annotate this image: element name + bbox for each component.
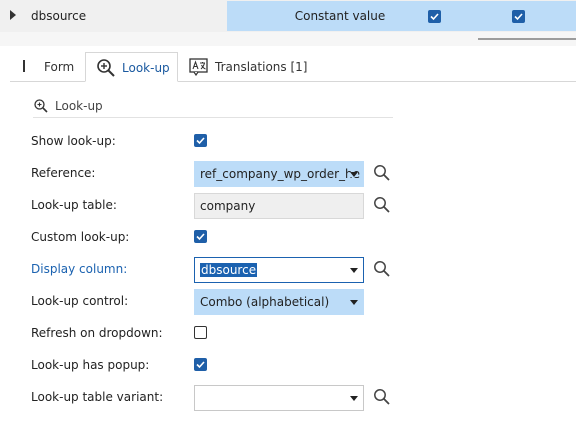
chevron-down-icon bbox=[350, 300, 358, 305]
custom-lookup-checkbox[interactable] bbox=[194, 230, 207, 243]
custom-lookup-label: Custom look-up: bbox=[31, 230, 130, 244]
search-icon[interactable] bbox=[373, 164, 391, 182]
chevron-down-icon bbox=[350, 172, 358, 177]
show-lookup-checkbox[interactable] bbox=[194, 134, 207, 147]
row-indicator-arrow-icon bbox=[10, 10, 16, 20]
display-column-value: dbsource bbox=[200, 263, 258, 277]
grid-checkbox-2[interactable] bbox=[512, 10, 525, 23]
display-column-dropdown[interactable]: dbsource bbox=[194, 257, 364, 283]
constant-value-cell[interactable]: Constant value bbox=[270, 1, 410, 31]
section-divider bbox=[33, 117, 393, 118]
tab-lookup[interactable]: Look-up bbox=[85, 52, 178, 82]
tab-translations-label: Translations [1] bbox=[215, 60, 308, 74]
lookup-has-popup-checkbox[interactable] bbox=[194, 358, 207, 371]
refresh-on-dropdown-label: Refresh on dropdown: bbox=[31, 326, 163, 340]
lookup-control-value: Combo (alphabetical) bbox=[200, 295, 330, 309]
magnifier-plus-icon bbox=[34, 99, 48, 113]
magnifier-plus-icon bbox=[97, 59, 115, 77]
display-column-label: Display column: bbox=[31, 262, 128, 276]
lookup-control-dropdown[interactable]: Combo (alphabetical) bbox=[194, 289, 364, 315]
reference-label: Reference: bbox=[31, 166, 96, 180]
scrollbar-thumb[interactable] bbox=[478, 38, 576, 40]
lookup-table-field[interactable]: company bbox=[194, 193, 364, 219]
lookup-table-label: Look-up table: bbox=[31, 198, 117, 212]
tab-form-label: Form bbox=[44, 60, 75, 74]
reference-value: ref_company_wp_order_he bbox=[200, 167, 361, 181]
tab-lookup-label: Look-up bbox=[122, 61, 170, 75]
grid-checkbox-1[interactable] bbox=[428, 10, 441, 23]
show-lookup-label: Show look-up: bbox=[31, 134, 116, 148]
form-icon bbox=[23, 60, 25, 72]
lookup-control-label: Look-up control: bbox=[31, 294, 129, 308]
chevron-down-icon bbox=[350, 268, 358, 273]
section-title: Look-up bbox=[55, 99, 103, 113]
lookup-has-popup-label: Look-up has popup: bbox=[31, 358, 150, 372]
tab-form[interactable]: Form bbox=[10, 52, 84, 82]
translate-icon bbox=[189, 58, 208, 76]
row-name-cell[interactable]: dbsource bbox=[26, 1, 226, 31]
refresh-on-dropdown-checkbox[interactable] bbox=[194, 326, 207, 339]
search-icon[interactable] bbox=[373, 196, 391, 214]
lookup-table-variant-dropdown[interactable] bbox=[194, 385, 364, 411]
reference-dropdown[interactable]: ref_company_wp_order_he bbox=[194, 161, 364, 187]
search-icon[interactable] bbox=[373, 260, 391, 278]
lookup-table-variant-label: Look-up table variant: bbox=[31, 390, 164, 404]
chevron-down-icon bbox=[350, 396, 358, 401]
tab-translations[interactable]: Translations [1] bbox=[180, 52, 320, 82]
search-icon[interactable] bbox=[373, 388, 391, 406]
